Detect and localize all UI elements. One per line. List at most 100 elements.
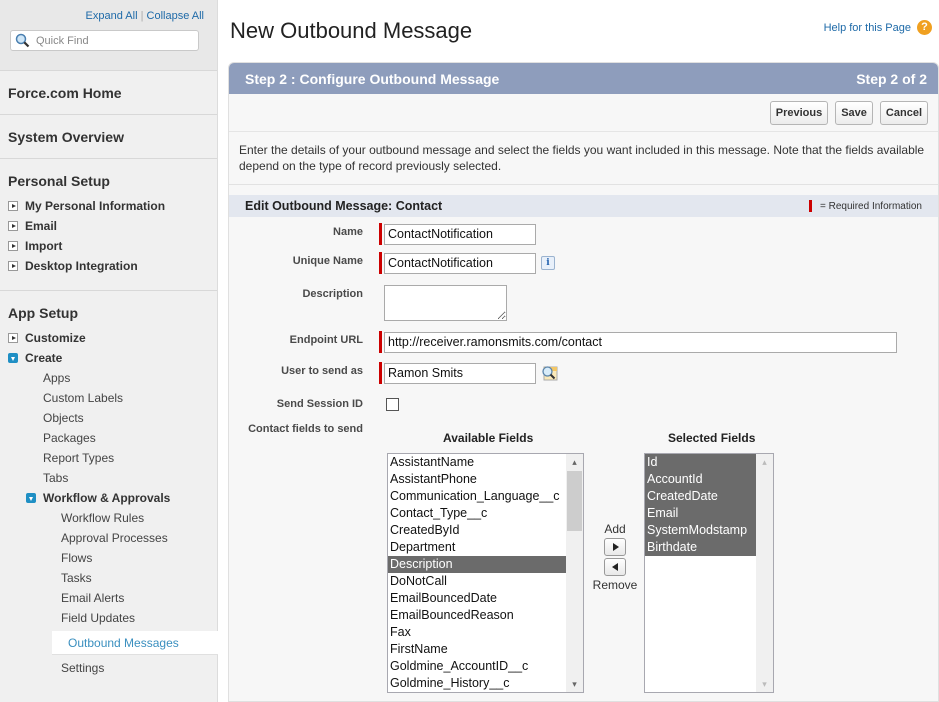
step-header: Step 2 : Configure Outbound Message Step… [229,63,938,94]
list-option[interactable]: Email [645,505,756,522]
name-field-wrap [379,223,536,245]
list-option[interactable]: Goldmine_History__c [388,675,583,692]
quick-find-input[interactable] [34,33,194,48]
list-option[interactable]: EmailBouncedDate [388,590,583,607]
sidebar-item-workflow-rules[interactable]: Workflow Rules [8,508,209,528]
collapse-all-link[interactable]: Collapse All [147,10,204,22]
sidebar-item-label: Import [25,239,63,253]
help-icon: ? [917,20,932,35]
sidebar-item-report-types[interactable]: Report Types [8,448,209,468]
list-option[interactable]: Goldmine_AccountID__c [388,658,583,675]
list-option[interactable]: Fax [388,624,583,641]
personal-setup-section: Personal Setup My Personal Information E… [0,158,217,290]
list-option[interactable]: Communication_Language__c [388,488,583,505]
force-home-label: Force.com Home [8,84,122,101]
scroll-up-icon[interactable]: ▴ [566,454,583,470]
list-option[interactable]: DoNotCall [388,573,583,590]
expand-toggle-icon[interactable] [8,221,18,231]
sidebar-item-import[interactable]: Import [8,236,209,256]
list-option[interactable]: EmailBouncedReason [388,607,583,624]
name-input[interactable] [384,223,536,245]
selected-scrollbar[interactable]: ▴ ▾ [756,454,773,692]
required-marker [379,362,382,384]
previous-button[interactable]: Previous [769,100,829,125]
list-option[interactable]: Contact_Type__c [388,505,583,522]
scroll-down-icon[interactable]: ▾ [756,676,773,692]
available-fields-listbox[interactable]: AssistantName AssistantPhone Communication… [387,453,584,693]
scroll-thumb[interactable] [567,471,582,531]
add-arrow-button[interactable] [604,538,626,556]
list-option[interactable]: AssistantPhone [388,471,583,488]
unique-name-field-wrap: i [379,252,555,274]
quick-find-box[interactable] [10,30,199,51]
user-to-send-as-input[interactable] [384,362,536,384]
collapse-toggle-icon[interactable] [8,353,18,363]
selected-fields-listbox[interactable]: Id AccountId CreatedDate Email SystemModstam… [644,453,774,693]
sidebar-item-tabs[interactable]: Tabs [8,468,209,488]
list-option[interactable]: CreatedDate [645,488,756,505]
list-option[interactable]: CreatedById [388,522,583,539]
required-marker [379,331,382,353]
expand-toggle-icon[interactable] [8,261,18,271]
list-option[interactable]: AccountId [645,471,756,488]
description-textarea[interactable] [384,285,507,321]
required-legend-text: = Required Information [819,200,922,212]
sidebar-item-custom-labels[interactable]: Custom Labels [8,388,209,408]
sidebar-item-label: Email [25,219,58,233]
expand-toggle-icon[interactable] [8,201,18,211]
save-button[interactable]: Save [835,100,873,125]
available-scrollbar[interactable]: ▴ ▾ [566,454,583,692]
sidebar-item-email[interactable]: Email [8,216,209,236]
collapse-toggle-icon[interactable] [26,493,36,503]
send-session-id-checkbox[interactable] [386,398,399,411]
sidebar-item-my-personal-information[interactable]: My Personal Information [8,196,209,216]
unique-name-input[interactable] [384,252,536,274]
list-option[interactable]: Department [388,539,583,556]
cancel-button[interactable]: Cancel [879,100,928,125]
sidebar-item-outbound-messages[interactable]: Outbound Messages [52,631,218,655]
sidebar-item-apps[interactable]: Apps [8,368,209,388]
sidebar-item-flows[interactable]: Flows [8,548,209,568]
endpoint-url-input[interactable] [384,331,897,353]
section-header: Edit Outbound Message: Contact = Require… [229,195,938,217]
setup-sidebar: Expand All | Collapse All Force.com Home… [0,0,218,702]
info-icon[interactable]: i [541,256,555,270]
list-option[interactable]: AssistantName [388,454,583,471]
sidebar-item-customize[interactable]: Customize [8,328,209,348]
sidebar-item-create[interactable]: Create [8,348,209,368]
sidebar-item-field-updates[interactable]: Field Updates [8,608,209,628]
sidebar-system-overview[interactable]: System Overview [0,114,217,158]
sidebar-item-label: My Personal Information [25,199,166,213]
scroll-up-icon[interactable]: ▴ [756,454,773,470]
list-option[interactable]: Id [645,454,756,471]
list-option[interactable]: Description [388,556,583,573]
expand-all-link[interactable]: Expand All [86,10,138,22]
step-counter: Step 2 of 2 [856,70,927,87]
required-marker [379,223,382,245]
list-option[interactable]: FirstName [388,641,583,658]
required-marker [379,252,382,274]
sidebar-item-packages[interactable]: Packages [8,428,209,448]
wizard-panel: Step 2 : Configure Outbound Message Step… [228,62,939,702]
page-title: New Outbound Message [230,18,473,43]
scroll-down-icon[interactable]: ▾ [566,676,583,692]
sidebar-item-approval-processes[interactable]: Approval Processes [8,528,209,548]
sidebar-item-objects[interactable]: Objects [8,408,209,428]
list-option[interactable]: Birthdate [645,539,756,556]
expand-toggle-icon[interactable] [8,333,18,343]
step-title: Step 2 : Configure Outbound Message [245,70,500,87]
sidebar-item-email-alerts[interactable]: Email Alerts [8,588,209,608]
lookup-icon[interactable] [541,365,558,381]
sidebar-item-workflow-approvals[interactable]: Workflow & Approvals [8,488,209,508]
sidebar-item-tasks[interactable]: Tasks [8,568,209,588]
help-for-this-page-link[interactable]: Help for this Page ? [824,20,932,35]
remove-arrow-button[interactable] [604,558,626,576]
section-title: Edit Outbound Message: Contact [245,199,443,213]
list-option[interactable]: SystemModstamp [645,522,756,539]
sidebar-item-settings[interactable]: Settings [8,658,209,678]
sidebar-item-label: Create [25,351,63,365]
sidebar-item-desktop-integration[interactable]: Desktop Integration [8,256,209,276]
sidebar-force-home[interactable]: Force.com Home [0,70,217,114]
expand-toggle-icon[interactable] [8,241,18,251]
send-session-id-label: Send Session ID [276,398,363,410]
